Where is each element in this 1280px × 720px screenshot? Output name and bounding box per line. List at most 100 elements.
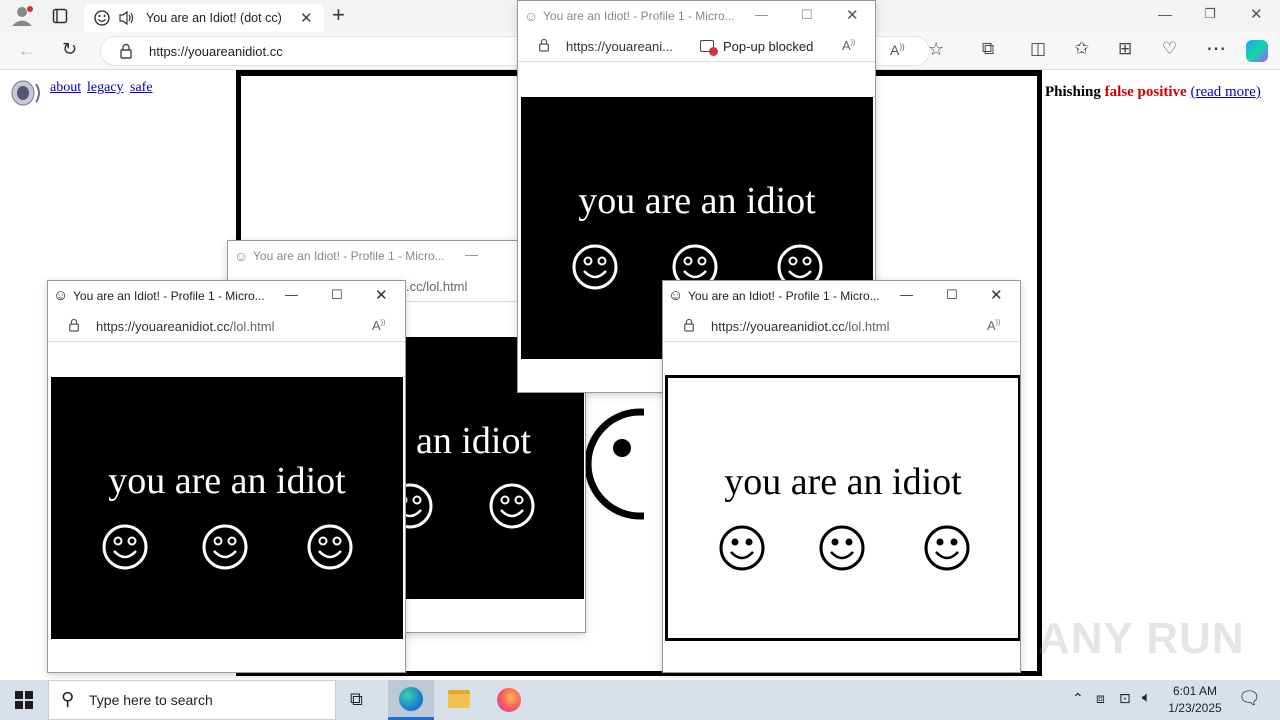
tab-close-icon[interactable]: ✕ xyxy=(300,9,313,27)
smiley-icon xyxy=(819,525,865,571)
maximize-icon[interactable]: ☐ xyxy=(801,7,813,23)
copilot-icon[interactable] xyxy=(1246,40,1268,62)
minimize-icon[interactable]: — xyxy=(1158,6,1172,22)
volume-icon[interactable]: 🔈︎ xyxy=(1142,689,1151,706)
read-aloud-icon[interactable]: A)) xyxy=(842,38,855,53)
read-more-link[interactable]: (read more) xyxy=(1190,84,1260,100)
close-window-icon[interactable]: ✕ xyxy=(1250,5,1263,23)
popup-title: You are an Idiot! - Profile 1 - Micro... xyxy=(253,249,445,263)
popup-titlebar[interactable]: ☺ You are an Idiot! - Profile 1 - Micro.… xyxy=(48,281,405,311)
smiley-icon: ☺ xyxy=(234,248,249,264)
popup-url-path: /lol.html xyxy=(229,319,275,334)
edge-taskbar-button[interactable] xyxy=(388,680,434,720)
file-explorer-icon[interactable] xyxy=(448,690,470,708)
popup-address-bar: https://youareanidiot.cc/lol.html A)) xyxy=(48,311,405,342)
favorites-icon[interactable]: ✩ xyxy=(1074,38,1089,59)
idiot-message: you are an idiot xyxy=(724,461,962,503)
more-icon[interactable]: ⋯ xyxy=(1206,36,1226,61)
read-aloud-icon[interactable]: A)) xyxy=(987,318,1000,333)
browser-essentials-icon[interactable]: ♡ xyxy=(1162,39,1177,59)
smiley-icon: ☺ xyxy=(53,287,69,304)
close-icon[interactable]: ✕ xyxy=(846,6,859,24)
restore-icon[interactable]: ❐ xyxy=(1204,6,1216,22)
smiley-icon xyxy=(94,10,110,31)
popup-url: https://youareanidiot.cc/lol.html xyxy=(711,319,890,334)
close-icon[interactable]: ✕ xyxy=(375,286,388,304)
url-text: https://youareanidiot.cc xyxy=(149,44,283,59)
network-icon[interactable]: ⊡ xyxy=(1119,690,1131,707)
read-aloud-icon[interactable]: A)) xyxy=(890,42,905,58)
notification-icon[interactable]: 🗨︎ xyxy=(1238,688,1261,709)
windows-start-icon[interactable] xyxy=(15,691,33,714)
tab-youareanidiot[interactable]: You are an Idiot! (dot cc) ✕ xyxy=(84,4,324,32)
collections-icon[interactable]: ⊞ xyxy=(1118,39,1132,59)
maximize-icon[interactable]: ☐ xyxy=(946,287,958,303)
minimize-icon[interactable]: — xyxy=(465,247,478,262)
smiley-icon: ☺ xyxy=(524,8,539,24)
popup-blocked-label[interactable]: Pop-up blocked xyxy=(723,39,813,54)
tab-actions-icon[interactable] xyxy=(52,8,68,28)
edge-icon xyxy=(399,687,423,711)
clock-time[interactable]: 6:01 AM xyxy=(1171,684,1219,698)
smiley-icon xyxy=(202,524,248,570)
minimize-icon[interactable]: — xyxy=(755,7,768,22)
large-smiley-icon xyxy=(584,408,644,520)
speaker-icon[interactable] xyxy=(118,10,136,31)
new-tab-button[interactable]: + xyxy=(332,2,345,28)
lock-icon[interactable] xyxy=(68,318,80,337)
profile-avatar[interactable] xyxy=(10,5,34,27)
popup-title: You are an Idiot! - Profile 1 - Micro... xyxy=(73,289,265,303)
favorite-star-icon[interactable]: ☆ xyxy=(928,39,944,60)
meet-now-icon[interactable]: ⧈ xyxy=(1096,690,1105,707)
taskbar: ⚲ Type here to search ⧉ ⌃ ⧈ ⊡ 🔈︎ 6:01 AM… xyxy=(0,680,1280,720)
anyrun-watermark: ANY RUN xyxy=(1038,614,1245,663)
lock-icon[interactable] xyxy=(119,43,133,64)
search-icon: ⚲ xyxy=(61,689,75,709)
popup-address-bar: https://youareanidiot.cc/lol.html A)) xyxy=(663,311,1020,342)
popup-window-right[interactable]: ☺ You are an Idiot! - Profile 1 - Micro.… xyxy=(662,280,1021,673)
close-icon[interactable]: ✕ xyxy=(990,286,1003,304)
popup-titlebar[interactable]: ☺ You are an Idiot! - Profile 1 - Micro.… xyxy=(663,281,1020,311)
popup-titlebar[interactable]: ☺ You are an Idiot! - Profile 1 - Micro.… xyxy=(518,1,875,31)
smiley-icon xyxy=(572,244,618,290)
smiley-icon xyxy=(102,524,148,570)
idiot-panel: you are an idiot xyxy=(665,375,1020,641)
about-link[interactable]: about xyxy=(50,80,81,96)
search-placeholder: Type here to search xyxy=(89,692,213,708)
smiley-icon xyxy=(924,525,970,571)
popup-url: https://youareanidiot.cc/lol.html xyxy=(96,319,275,334)
popup-window-left[interactable]: ☺ You are an Idiot! - Profile 1 - Micro.… xyxy=(47,280,406,673)
popup-url: https://youareani... xyxy=(566,39,673,54)
idiot-message: you are an idiot xyxy=(108,460,346,502)
clock-date[interactable]: 1/23/2025 xyxy=(1166,701,1224,715)
minimize-icon[interactable]: — xyxy=(285,287,298,302)
popup-url-host: https://youareanidiot.cc xyxy=(96,319,230,334)
popup-url-host: https://youareanidiot.cc xyxy=(711,319,845,334)
show-hidden-icons[interactable]: ⌃ xyxy=(1072,690,1084,707)
false-positive-label: false positive xyxy=(1104,84,1187,100)
firefox-icon[interactable] xyxy=(497,688,521,712)
smiley-icon xyxy=(719,525,765,571)
phishing-notice: Phishing false positive (read more) xyxy=(1045,84,1261,101)
popup-title: You are an Idiot! - Profile 1 - Micro... xyxy=(543,9,735,23)
smiley-icon xyxy=(307,524,353,570)
idiot-message: you are an idiot xyxy=(578,180,816,222)
safe-link[interactable]: safe xyxy=(130,80,153,96)
extensions-icon[interactable]: ⧉ xyxy=(982,39,994,59)
split-screen-icon[interactable]: ◫ xyxy=(1030,39,1046,59)
lock-icon[interactable] xyxy=(538,38,550,57)
back-icon[interactable]: ← xyxy=(18,40,36,61)
maximize-icon[interactable]: ☐ xyxy=(331,287,343,303)
minimize-icon[interactable]: — xyxy=(900,287,913,302)
popup-url: .cc/lol.html xyxy=(406,279,468,294)
task-view-icon[interactable]: ⧉ xyxy=(350,689,363,710)
lock-icon[interactable] xyxy=(683,318,695,337)
refresh-icon[interactable]: ↻ xyxy=(62,39,77,60)
read-aloud-icon[interactable]: A)) xyxy=(372,318,385,333)
smiley-icon: ☺ xyxy=(668,287,684,304)
popup-blocked-icon[interactable] xyxy=(700,40,718,56)
popup-title: You are an Idiot! - Profile 1 - Micro... xyxy=(688,289,880,303)
taskbar-search-input[interactable]: ⚲ Type here to search xyxy=(48,680,336,720)
legacy-link[interactable]: legacy xyxy=(87,80,124,96)
phishing-label: Phishing xyxy=(1045,84,1101,100)
